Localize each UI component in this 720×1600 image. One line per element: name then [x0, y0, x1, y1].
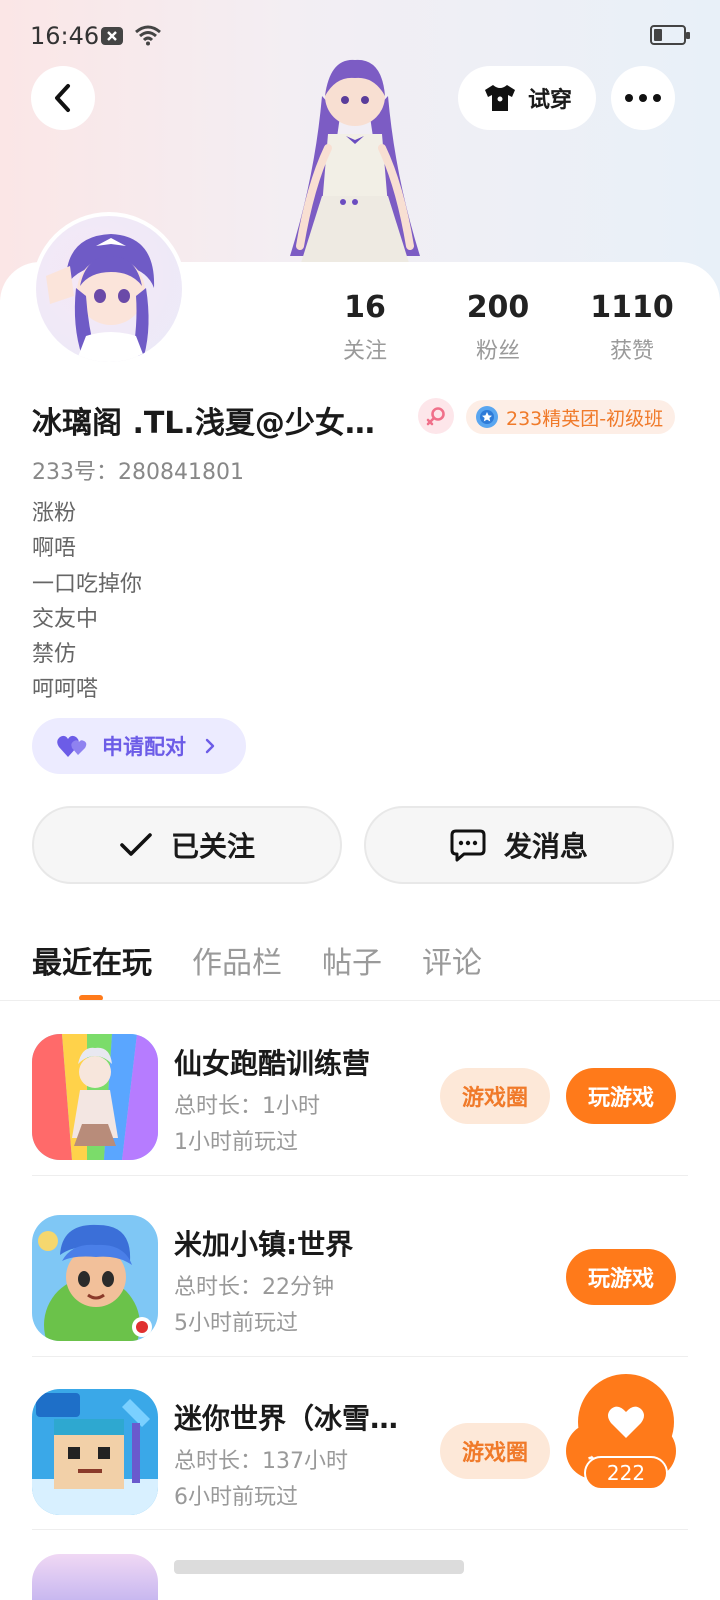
profile-tabs: 最近在玩 作品栏 帖子 评论: [32, 938, 482, 982]
game-name: 米加小镇:世界: [174, 1228, 354, 1261]
female-gender-icon: [418, 398, 454, 434]
request-pair-label: 申请配对: [102, 735, 186, 759]
double-heart-icon: [57, 735, 87, 757]
user-id: 233号：280841801: [32, 460, 244, 485]
battery-icon: [650, 25, 690, 45]
send-message-label: 发消息: [503, 830, 588, 863]
try-on-button[interactable]: 试穿: [458, 66, 596, 130]
stat-following-label: 关注: [342, 339, 387, 364]
tabs-divider: [0, 1000, 720, 1001]
chat-bubble-icon: [450, 829, 486, 862]
chevron-left-icon: [55, 84, 70, 112]
stat-following-count: 16: [344, 290, 386, 325]
chevron-right-icon: [205, 738, 215, 754]
game-duration: 总时长：137小时: [174, 1449, 348, 1474]
medal-icon: [476, 406, 498, 428]
game-name: 仙女跑酷训练营: [174, 1047, 371, 1080]
profile-avatar[interactable]: [32, 212, 186, 366]
game-name-placeholder: [174, 1560, 464, 1574]
game-icon[interactable]: [32, 1554, 158, 1600]
status-time: 16:46: [30, 22, 100, 50]
avatar-3d-character[interactable]: [270, 56, 440, 266]
try-on-label: 试穿: [527, 88, 572, 113]
game-circle-button[interactable]: 游戏圈: [440, 1068, 550, 1124]
game-duration: 总时长：22分钟: [174, 1275, 334, 1300]
game-list-item[interactable]: 仙女跑酷训练营 总时长：1小时 1小时前玩过 游戏圈 玩游戏: [32, 1002, 688, 1176]
level-badge-label: 233精英团-初级班: [506, 407, 664, 430]
following-button[interactable]: 已关注: [32, 806, 342, 884]
like-count: 222: [584, 1456, 668, 1490]
more-dots-icon: [625, 94, 661, 102]
game-last-played: 5小时前玩过: [174, 1311, 298, 1336]
game-icon-miga-town[interactable]: [32, 1215, 158, 1341]
bio-line: 交友中: [32, 606, 99, 632]
play-game-button[interactable]: 玩游戏: [566, 1068, 676, 1124]
notification-icon: [100, 26, 124, 50]
game-icon-fairy-parkour[interactable]: [32, 1034, 158, 1160]
floating-like-button[interactable]: 222: [578, 1374, 674, 1490]
stat-fans-label: 粉丝: [475, 339, 520, 364]
stat-likes-label: 获赞: [609, 339, 654, 364]
stat-likes[interactable]: 1110 获赞: [572, 290, 692, 365]
check-icon: [120, 833, 152, 856]
row-divider: [32, 1529, 688, 1530]
game-last-played: 6小时前玩过: [174, 1485, 298, 1510]
stat-fans-count: 200: [466, 290, 530, 325]
game-last-played: 1小时前玩过: [174, 1130, 298, 1155]
more-button[interactable]: [611, 66, 675, 130]
game-icon-mini-world[interactable]: [32, 1389, 158, 1515]
tab-works[interactable]: 作品栏: [192, 938, 282, 982]
tab-recent-played[interactable]: 最近在玩: [32, 938, 152, 982]
game-list-item[interactable]: 米加小镇:世界 总时长：22分钟 5小时前玩过 玩游戏: [32, 1183, 688, 1357]
bio-line: 涨粉: [32, 501, 77, 526]
profile-bio: 涨粉 啊唔 一口吃掉你 交友中 禁仿 呵呵嗒: [32, 496, 142, 708]
profile-nickname: 冰璃阁 .TL.浅夏@少女心...: [32, 406, 402, 441]
tab-posts[interactable]: 帖子: [322, 938, 382, 982]
game-duration: 总时长：1小时: [174, 1094, 320, 1119]
bio-line: 啊唔: [32, 536, 77, 562]
heart-icon: [608, 1406, 644, 1438]
game-circle-button[interactable]: 游戏圈: [440, 1423, 550, 1479]
game-name: 迷你世界（冰雪奇...: [174, 1402, 422, 1435]
bio-line: 禁仿: [32, 642, 77, 668]
tab-comments[interactable]: 评论: [422, 938, 482, 982]
wifi-icon: [134, 24, 162, 50]
following-label: 已关注: [170, 830, 255, 863]
row-divider: [32, 1175, 688, 1176]
stat-fans[interactable]: 200 粉丝: [438, 290, 558, 365]
game-list-item-partial[interactable]: [32, 1550, 688, 1600]
tshirt-icon: [484, 85, 515, 111]
bio-line: 呵呵嗒: [32, 677, 99, 703]
play-game-button[interactable]: 玩游戏: [566, 1249, 676, 1305]
level-badge[interactable]: 233精英团-初级班: [466, 400, 676, 434]
bio-line: 一口吃掉你: [32, 571, 143, 597]
stat-likes-count: 1110: [590, 290, 674, 325]
send-message-button[interactable]: 发消息: [364, 806, 674, 884]
back-button[interactable]: [31, 66, 95, 130]
stat-following[interactable]: 16 关注: [305, 290, 425, 365]
request-pair-button[interactable]: 申请配对: [32, 718, 246, 774]
